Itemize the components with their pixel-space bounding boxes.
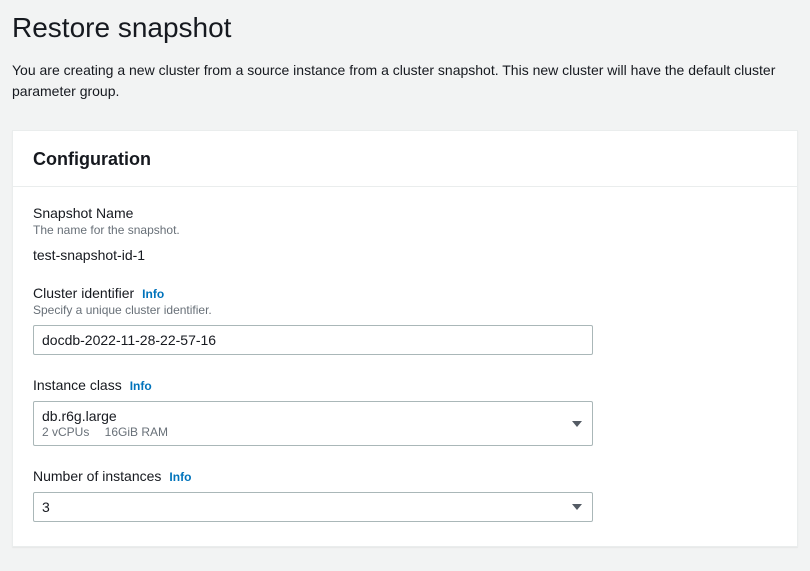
instance-class-info-link[interactable]: Info: [130, 379, 152, 393]
cluster-identifier-info-link[interactable]: Info: [142, 287, 164, 301]
page-title: Restore snapshot: [12, 12, 798, 44]
chevron-down-icon: [572, 421, 582, 427]
number-of-instances-select[interactable]: 3: [33, 492, 593, 522]
snapshot-name-helper: The name for the snapshot.: [33, 223, 777, 237]
snapshot-name-label: Snapshot Name: [33, 205, 777, 221]
snapshot-name-value: test-snapshot-id-1: [33, 247, 777, 263]
configuration-panel: Configuration Snapshot Name The name for…: [12, 130, 798, 547]
number-of-instances-field: Number of instances Info 3: [33, 468, 777, 522]
panel-body: Snapshot Name The name for the snapshot.…: [13, 187, 797, 546]
panel-header: Configuration: [13, 131, 797, 187]
instance-class-value: db.r6g.large: [42, 408, 562, 424]
panel-title: Configuration: [33, 149, 777, 170]
number-of-instances-label: Number of instances: [33, 468, 161, 484]
instance-class-label: Instance class: [33, 377, 122, 393]
number-of-instances-info-link[interactable]: Info: [169, 470, 191, 484]
page-description: You are creating a new cluster from a so…: [12, 60, 798, 102]
instance-class-secondary: 2 vCPUs 16GiB RAM: [42, 425, 562, 439]
chevron-down-icon: [572, 504, 582, 510]
cluster-identifier-helper: Specify a unique cluster identifier.: [33, 303, 777, 317]
cluster-identifier-label: Cluster identifier: [33, 285, 134, 301]
instance-class-field: Instance class Info db.r6g.large 2 vCPUs…: [33, 377, 777, 446]
cluster-identifier-field: Cluster identifier Info Specify a unique…: [33, 285, 777, 355]
snapshot-name-field: Snapshot Name The name for the snapshot.…: [33, 205, 777, 263]
instance-class-select[interactable]: db.r6g.large 2 vCPUs 16GiB RAM: [33, 401, 593, 446]
cluster-identifier-input[interactable]: [33, 325, 593, 355]
number-of-instances-value: 3: [42, 499, 562, 515]
